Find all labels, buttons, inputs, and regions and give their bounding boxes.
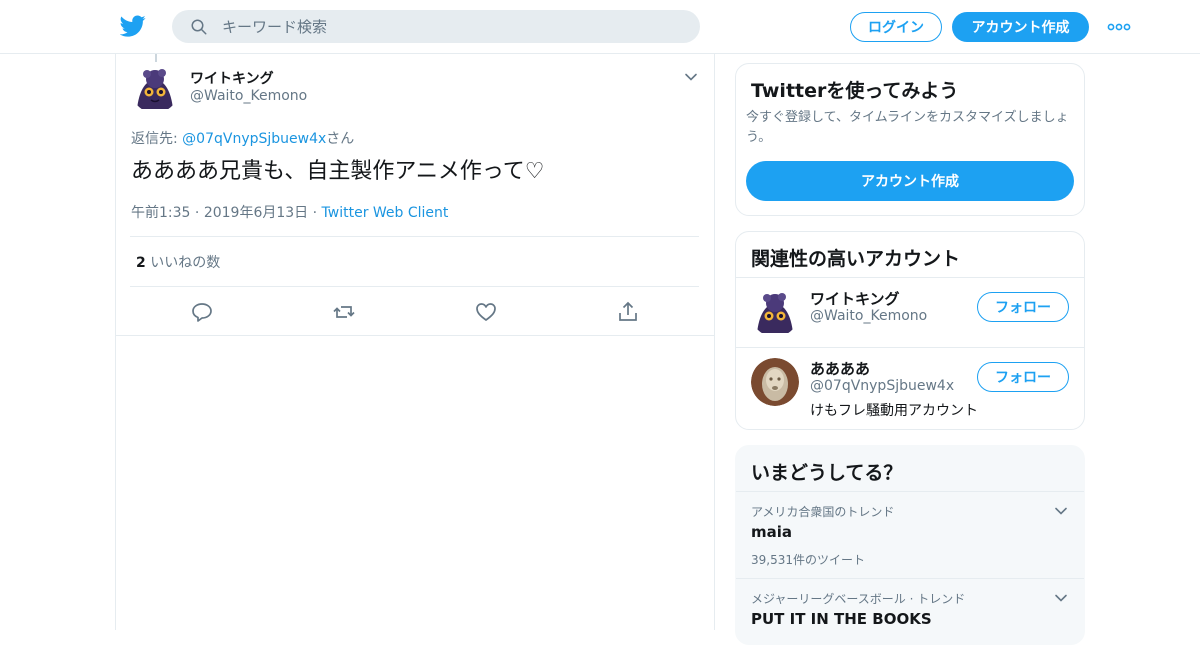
- tweet-meta: 午前1:35 · 2019年6月13日 · Twitter Web Client: [131, 202, 448, 222]
- account-avatar[interactable]: [751, 289, 799, 337]
- heart-icon[interactable]: [474, 300, 498, 324]
- reply-suffix: さん: [326, 131, 355, 147]
- follow-button[interactable]: フォロー: [977, 362, 1069, 392]
- more-dots-icon[interactable]: [1106, 18, 1132, 36]
- search-icon: [191, 19, 207, 35]
- signup-card: Twitterを使ってみよう 今すぐ登録して、タイムラインをカスタマイズしましょ…: [735, 63, 1085, 216]
- trend-name[interactable]: maia: [751, 523, 792, 541]
- reply-to-link[interactable]: @07qVnypSjbuew4x: [182, 131, 326, 147]
- retweet-icon[interactable]: [332, 300, 356, 324]
- meta-separator: ·: [190, 205, 204, 221]
- related-accounts-title: 関連性の高いアカウント: [751, 248, 961, 270]
- search-box[interactable]: [172, 10, 700, 43]
- signup-card-title: Twitterを使ってみよう: [751, 80, 959, 102]
- account-avatar[interactable]: [751, 358, 799, 406]
- chevron-down-icon[interactable]: [1054, 504, 1068, 518]
- login-button[interactable]: ログイン: [850, 12, 942, 42]
- reply-context: 返信先: @07qVnypSjbuew4xさん: [131, 128, 354, 148]
- related-accounts-card: 関連性の高いアカウント ワイトキング @Waito_Kemono フォロー ああ…: [735, 231, 1085, 430]
- chevron-down-icon[interactable]: [1054, 591, 1068, 605]
- author-avatar[interactable]: [131, 65, 179, 113]
- reply-prefix: 返信先:: [131, 131, 183, 147]
- author-handle[interactable]: @Waito_Kemono: [190, 88, 307, 104]
- top-bar: ログイン アカウント作成: [0, 0, 1200, 54]
- tweet-client[interactable]: Twitter Web Client: [322, 205, 449, 221]
- related-account-row[interactable]: ワイトキング @Waito_Kemono フォロー: [736, 277, 1084, 347]
- tweet-time[interactable]: 午前1:35: [131, 205, 190, 221]
- share-icon[interactable]: [616, 300, 640, 324]
- meta-separator: ·: [308, 205, 322, 221]
- like-count: 2: [136, 255, 146, 271]
- account-name[interactable]: ああああ: [810, 358, 870, 379]
- thread-connector: [155, 54, 157, 62]
- related-account-row[interactable]: ああああ @07qVnypSjbuew4x けもフレ騒動用アカウント フォロー: [736, 347, 1084, 429]
- trend-item[interactable]: メジャーリーグベースボール · トレンド PUT IT IN THE BOOKS: [736, 578, 1084, 644]
- search-input[interactable]: [222, 10, 682, 43]
- reply-icon[interactable]: [190, 300, 214, 324]
- trend-context: メジャーリーグベースボール · トレンド: [751, 592, 966, 606]
- trend-context: アメリカ合衆国のトレンド: [751, 505, 895, 519]
- account-name[interactable]: ワイトキング: [810, 288, 900, 309]
- signup-card-button[interactable]: アカウント作成: [746, 161, 1074, 201]
- trend-count: 39,531件のツイート: [751, 553, 865, 567]
- divider: [130, 236, 699, 237]
- follow-button[interactable]: フォロー: [977, 292, 1069, 322]
- trend-item[interactable]: アメリカ合衆国のトレンド maia 39,531件のツイート: [736, 491, 1084, 578]
- trends-card: いまどうしてる？ アメリカ合衆国のトレンド maia 39,531件のツイート …: [735, 445, 1085, 645]
- chevron-down-icon[interactable]: [684, 70, 698, 84]
- divider: [130, 286, 699, 287]
- signup-card-description: 今すぐ登録して、タイムラインをカスタマイズしましょう。: [746, 110, 1069, 145]
- likes-stat[interactable]: 2 いいねの数: [136, 252, 220, 272]
- signup-button[interactable]: アカウント作成: [952, 12, 1089, 42]
- divider: [116, 335, 714, 336]
- like-label: いいねの数: [150, 255, 221, 271]
- trend-name[interactable]: PUT IT IN THE BOOKS: [751, 610, 932, 628]
- account-handle[interactable]: @07qVnypSjbuew4x: [810, 378, 954, 394]
- tweet-date[interactable]: 2019年6月13日: [204, 205, 308, 221]
- trends-title: いまどうしてる？: [751, 462, 903, 484]
- account-bio: けもフレ騒動用アカウント: [810, 403, 978, 419]
- author-name[interactable]: ワイトキング: [190, 68, 274, 88]
- account-handle[interactable]: @Waito_Kemono: [810, 308, 927, 324]
- tweet-text: ああああ兄貴も、自主製作アニメ作って♡: [131, 159, 545, 184]
- twitter-bird-icon[interactable]: [120, 13, 146, 39]
